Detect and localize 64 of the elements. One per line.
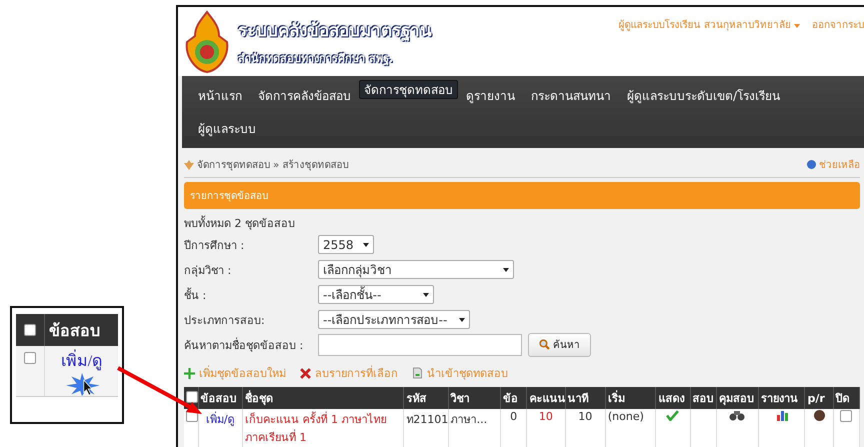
check-icon[interactable] [666, 410, 680, 421]
column-header: ข้อ [500, 387, 527, 409]
caret-icon [503, 268, 509, 272]
help-icon [807, 160, 816, 169]
caret-icon [794, 24, 800, 28]
file-import-icon [412, 367, 423, 379]
column-header: คะแนน [526, 387, 566, 409]
cross-icon [300, 368, 311, 378]
exam-set-name[interactable]: เก็บคะแนน ครั้งที่ 1 ภาษาไทย ภาคเรียนที่ 1 [242, 409, 404, 447]
filter-dropdown[interactable]: 2558 [318, 235, 374, 254]
nav-item[interactable]: จัดการชุดทดสอบ [359, 80, 458, 99]
column-header: คุมสอบ [716, 387, 759, 409]
result-count: พบทั้งหมด 2 ชุดข้อสอบ [184, 214, 296, 232]
column-header: สอบ [690, 387, 716, 409]
nav-item[interactable]: ผู้ดูแลระบบ [190, 113, 264, 144]
round-badge-icon[interactable] [814, 410, 825, 421]
filter-label: ค้นหาตามชื่อชุดข้อสอบ : [184, 336, 304, 354]
table-cell: ภาษา... [448, 409, 501, 447]
checkbox[interactable] [24, 352, 36, 364]
panel-title: รายการชุดข้อสอบ [184, 182, 860, 209]
column-header: p/r [804, 387, 834, 409]
column-header: รหัส [404, 387, 448, 409]
binoculars-icon[interactable] [729, 410, 746, 421]
filter-dropdown[interactable]: --เลือกชั้น-- [318, 285, 434, 304]
column-header: ปิด [833, 387, 860, 409]
column-header: วิชา [448, 387, 501, 409]
caret-icon [459, 318, 465, 322]
table-cell: ท21101 [404, 409, 448, 447]
filter-dropdown[interactable]: เลือกกลุ่มวิชา [318, 260, 514, 279]
filter-label: ชั้น : [184, 286, 208, 304]
checkbox[interactable] [840, 410, 852, 422]
column-header: ข้อสอบ [198, 387, 242, 409]
search-icon [539, 339, 550, 350]
nav-item[interactable]: จัดการคลังข้อสอบ [250, 80, 359, 111]
table-cell: (none) [605, 409, 656, 447]
column-header: ข้อสอบ [48, 321, 100, 342]
nav-item[interactable]: กระดานสนทนา [523, 80, 619, 111]
nav-item[interactable]: หน้าแรก [190, 80, 250, 111]
search-field[interactable] [318, 334, 522, 356]
column-header: เริ่ม [605, 387, 656, 409]
nav-item[interactable]: ผู้ดูแลระบบระดับเขต/โรงเรียน [619, 80, 788, 111]
table-cell: 10 [526, 409, 566, 447]
column-header: นาที [565, 387, 606, 409]
select-all-checkbox[interactable] [186, 390, 198, 402]
select-all-checkbox[interactable] [24, 324, 36, 336]
column-header: ชื่อชุด [242, 387, 404, 409]
caret-icon [363, 242, 369, 246]
column-header: แสดง [656, 387, 690, 409]
emblem-icon [184, 10, 230, 74]
nav-item[interactable]: ดูรายงาน [458, 80, 523, 111]
filter-label: กลุ่มวิชา : [184, 262, 232, 278]
bar-chart-icon[interactable] [776, 410, 788, 421]
search-button[interactable]: ค้นหา [528, 332, 591, 356]
site-title: ระบบคลังข้อสอบมาตรฐาน [238, 20, 432, 43]
table-cell: 0 [500, 409, 527, 447]
table-cell: 10 [565, 409, 606, 447]
column-header: รายงาน [758, 387, 805, 409]
filter-label: ปีการศึกษา : [184, 238, 246, 254]
breadcrumb: จัดการชุดทดสอบ » สร้างชุดทดสอบ [197, 158, 348, 172]
site-subtitle: สำนักทดสอบทางการศึกษา สพฐ. [238, 50, 394, 67]
filter-label: ประเภทการสอบ: [184, 312, 266, 328]
filter-dropdown[interactable]: --เลือกประเภทการสอบ-- [318, 310, 470, 329]
plus-icon [184, 368, 195, 378]
caret-icon [423, 292, 429, 296]
